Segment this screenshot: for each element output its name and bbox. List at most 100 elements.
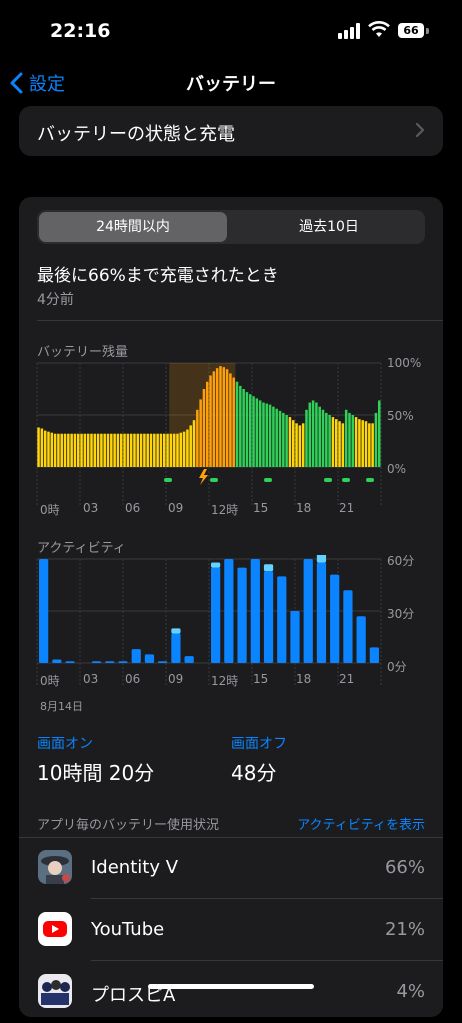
bolt-icon — [199, 469, 208, 485]
battery-level-bar — [212, 371, 216, 467]
screen-off-bar — [171, 628, 181, 634]
battery-level-bar — [136, 433, 140, 467]
activity-y-tick: 30分 — [387, 607, 415, 621]
battery-level-bar — [80, 433, 83, 467]
battery-level-bar — [215, 368, 219, 467]
screen-on-label: 画面オン — [37, 736, 93, 752]
battery-level-bar — [377, 400, 381, 467]
battery-level-bar — [272, 406, 275, 467]
battery-level-bar — [374, 412, 378, 467]
battery-level-bar — [205, 381, 209, 467]
screen-on-bar — [158, 661, 168, 663]
battery-level-bar — [325, 412, 328, 467]
battery-level-bar — [265, 403, 269, 467]
screen-on-bar — [224, 559, 234, 663]
prospi-icon — [38, 974, 72, 1008]
screen-on-bar — [211, 567, 221, 663]
screen-on-bar — [303, 559, 313, 663]
battery-level-bar — [262, 402, 265, 467]
segment-24-hours[interactable]: 24時間以内 — [37, 210, 229, 244]
battery-level-bar — [93, 433, 97, 467]
battery-level-bar — [202, 389, 206, 467]
charging-marker — [264, 478, 272, 482]
battery-level-bar — [169, 433, 173, 467]
show-activity-button[interactable]: アクティビティを表示 — [297, 814, 425, 833]
screen-on-bar — [144, 654, 155, 663]
battery-level-bar — [110, 433, 113, 467]
divider — [37, 320, 443, 321]
battery-level-bar — [123, 433, 126, 467]
battery-level-bar — [354, 417, 358, 467]
app-row-prospi[interactable]: プロスピA 4% — [19, 961, 443, 1023]
app-row-identity-v[interactable]: Identity V 66% — [19, 837, 443, 899]
battery-health-row[interactable]: バッテリーの状態と充電 — [19, 106, 443, 156]
last-charge-title: 最後に66%まで充電されたとき — [37, 266, 279, 286]
battery-x-tick: 0時 — [40, 503, 60, 517]
screen-off-bar — [316, 555, 327, 563]
screen-off-bar — [263, 564, 274, 572]
screen-on-bar — [250, 559, 260, 663]
battery-level-bar — [176, 433, 179, 467]
battery-level-bar — [100, 433, 103, 467]
battery-level-bar — [53, 433, 57, 467]
battery-level-bar — [278, 410, 282, 467]
screen-on-bar — [330, 574, 340, 663]
battery-x-tick: 09 — [168, 501, 184, 515]
battery-level-bar — [192, 420, 196, 467]
battery-level-bar — [90, 433, 93, 467]
charging-band — [169, 363, 236, 467]
app-percent: 66% — [384, 857, 425, 878]
screen-on-bar — [263, 571, 274, 663]
battery-level-bar — [288, 417, 292, 467]
battery-level-bar — [57, 433, 60, 467]
screen-off-bar — [211, 562, 221, 568]
screen-on-bar — [369, 647, 379, 663]
charging-marker — [342, 478, 350, 482]
battery-level-bar — [106, 433, 110, 467]
screen-on-bar — [290, 611, 300, 663]
screen-on-bar — [184, 656, 194, 663]
screen-on-bar — [39, 559, 49, 663]
battery-level-bar — [86, 433, 90, 467]
battery-level-bar — [67, 433, 70, 467]
battery-level-bar — [126, 433, 130, 467]
battery-level-bar — [182, 431, 186, 467]
activity-x-tick: 09 — [168, 672, 184, 686]
battery-level-bar — [149, 433, 153, 467]
battery-level-bar — [331, 417, 335, 467]
battery-level-bar — [222, 367, 226, 467]
battery-level-bar — [275, 408, 278, 467]
app-name: Identity V — [91, 857, 179, 878]
segment-10-days[interactable]: 過去10日 — [233, 210, 425, 244]
activity-x-tick: 18 — [296, 672, 312, 686]
battery-x-tick: 03 — [83, 501, 99, 515]
battery-level-bar — [133, 433, 136, 467]
battery-level-bar — [189, 425, 192, 467]
battery-level-bar — [311, 400, 315, 467]
charging-marker — [324, 478, 332, 482]
page-title: バッテリー — [186, 74, 276, 95]
battery-level-bar — [321, 409, 325, 467]
battery-level-bar — [179, 432, 183, 467]
battery-level-bar — [348, 412, 351, 467]
battery-level-bar — [235, 381, 239, 467]
battery-level-bar — [364, 421, 368, 467]
last-charge-time: 4分前 — [37, 292, 74, 308]
battery-level-bar — [96, 433, 100, 467]
battery-level-bar — [338, 421, 341, 467]
status-time: 22:16 — [50, 20, 111, 42]
battery-level-bar — [295, 423, 298, 467]
activity-date-label: 8月14日 — [40, 700, 83, 713]
battery-level-bar — [146, 433, 149, 467]
identity-v-icon — [38, 850, 72, 884]
battery-level-bar — [60, 433, 63, 467]
battery-level-bar — [196, 409, 199, 467]
battery-level-bar — [291, 420, 295, 467]
app-row-youtube[interactable]: YouTube 21% — [19, 899, 443, 961]
battery-level-bar — [252, 396, 255, 467]
battery-level-bar — [239, 385, 242, 467]
youtube-icon — [38, 912, 72, 946]
battery-level-bar — [305, 409, 308, 467]
battery-level-bar — [344, 409, 348, 467]
activity-x-tick: 06 — [125, 672, 141, 686]
